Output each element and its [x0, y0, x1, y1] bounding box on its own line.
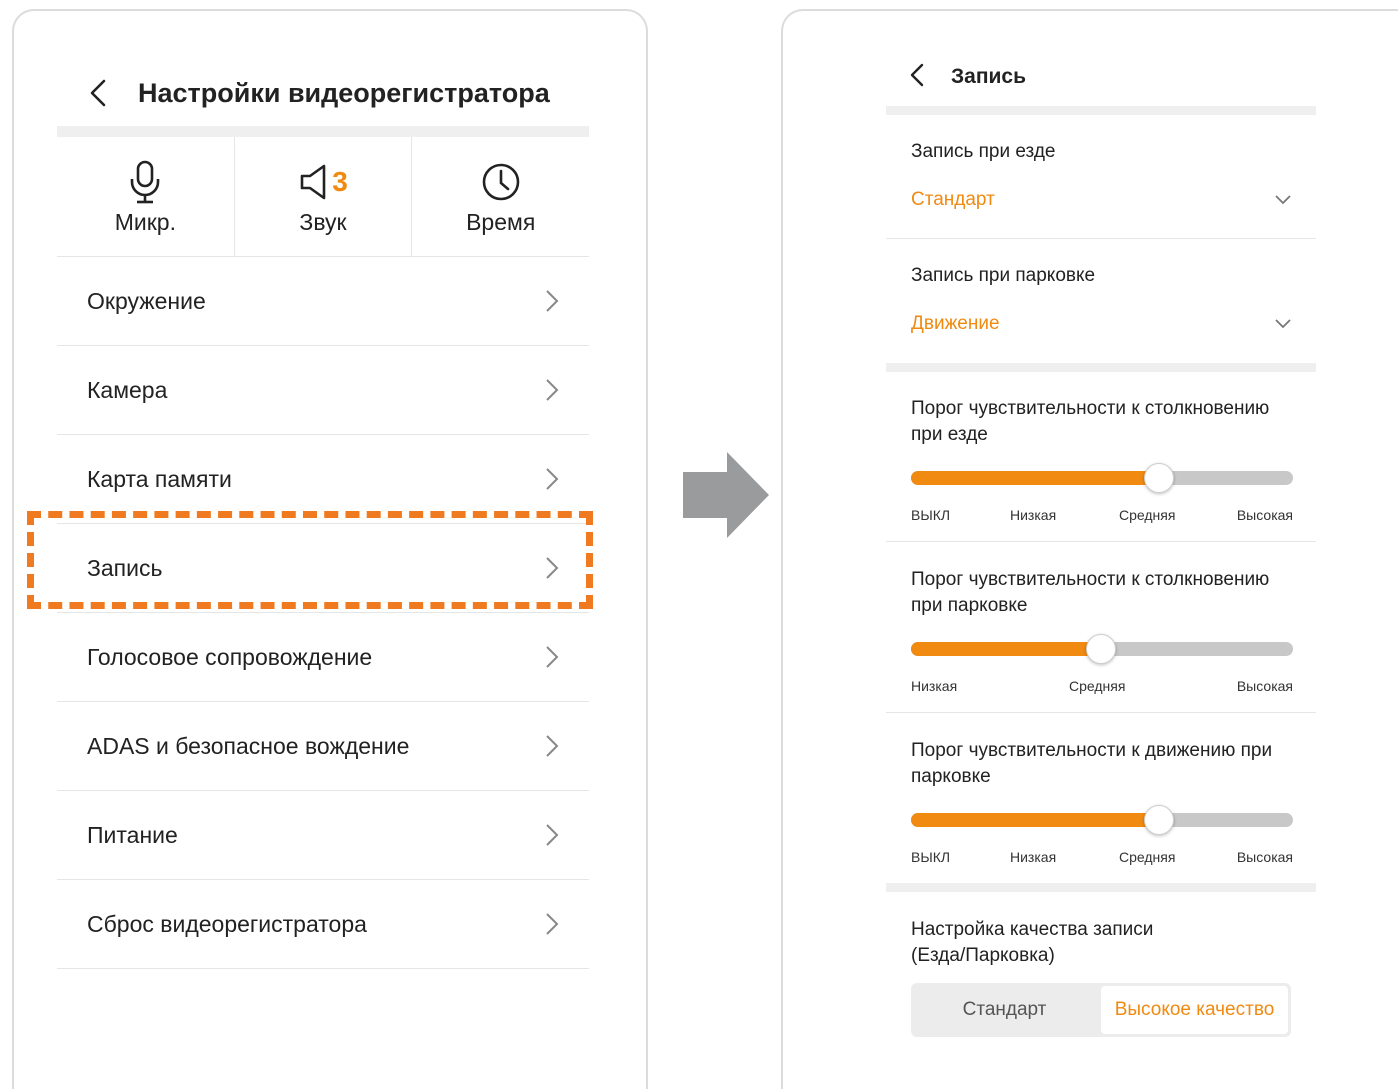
drive-record-value: Стандарт: [911, 189, 995, 210]
slider-thumb[interactable]: [1086, 634, 1116, 664]
divider-band: [886, 363, 1316, 372]
slider-fill: [911, 813, 1159, 827]
menu-item-label: Питание: [87, 821, 178, 848]
collision-park-slider[interactable]: [911, 634, 1293, 664]
chevron-down-icon: [1275, 195, 1291, 205]
menu-item-recording[interactable]: Запись: [57, 524, 589, 613]
slider-fill: [911, 471, 1159, 485]
menu-item-label: Окружение: [87, 287, 206, 314]
divider: [886, 712, 1316, 713]
sound-label: Звук: [299, 209, 347, 235]
quality-title-line1: Настройка качества записи: [911, 919, 1154, 940]
drive-record-label: Запись при езде: [911, 141, 1056, 162]
quality-option-high[interactable]: Высокое качество: [1101, 986, 1288, 1034]
collision-drive-ticks: ВЫКЛ Низкая Средняя Высокая: [911, 507, 1293, 525]
menu-item-camera[interactable]: Камера: [57, 346, 589, 435]
collision-park-ticks: Низкая Средняя Высокая: [911, 678, 1293, 696]
park-record-value: Движение: [911, 313, 1000, 334]
chevron-right-icon: [546, 290, 559, 312]
tick-label: Средняя: [1069, 678, 1126, 694]
menu-item-voice-guidance[interactable]: Голосовое сопровождение: [57, 613, 589, 702]
collision-park-title-line2: при парковке: [911, 595, 1028, 616]
header: Запись: [907, 59, 1026, 95]
quick-settings-row: Микр. 3 Звук Время: [57, 137, 589, 257]
menu-item-label: Запись: [87, 554, 163, 581]
chevron-right-icon: [546, 646, 559, 668]
motion-park-slider[interactable]: [911, 805, 1293, 835]
tick-label: ВЫКЛ: [911, 849, 951, 865]
divider-band: [886, 106, 1316, 115]
chevron-right-icon: [546, 468, 559, 490]
menu-item-label: Голосовое сопровождение: [87, 643, 373, 670]
header: Настройки видеорегистратора: [86, 73, 606, 113]
park-record-label: Запись при парковке: [911, 265, 1096, 286]
recording-settings-screen: Запись Запись при езде Стандарт Запись п…: [781, 9, 1398, 1089]
park-record-select[interactable]: Движение: [911, 313, 1291, 335]
motion-park-title-line2: парковке: [911, 766, 991, 787]
back-chevron-icon[interactable]: [86, 78, 110, 108]
speaker-icon: [300, 164, 326, 200]
menu-item-label: Карта памяти: [87, 465, 232, 492]
collision-park-title-line1: Порог чувствительности к столкновению: [911, 569, 1270, 590]
slider-thumb[interactable]: [1144, 805, 1174, 835]
collision-drive-title-line2: при езде: [911, 424, 988, 445]
tick-label: Высокая: [1236, 678, 1293, 694]
tick-label: Низкая: [1010, 507, 1057, 523]
tick-label: ВЫКЛ: [911, 507, 951, 523]
page-title: Запись: [951, 65, 1027, 88]
tick-label: Высокая: [1236, 507, 1293, 523]
volume-badge: 3: [332, 166, 348, 197]
menu-item-environment[interactable]: Окружение: [57, 257, 589, 346]
quick-mic[interactable]: Микр.: [57, 137, 234, 256]
arrow-right-icon: [683, 452, 769, 538]
time-label: Время: [466, 209, 536, 235]
chevron-right-icon: [546, 913, 559, 935]
menu-item-adas[interactable]: ADAS и безопасное вождение: [57, 702, 589, 791]
tick-label: Низкая: [911, 678, 958, 694]
quick-time[interactable]: Время: [411, 137, 589, 256]
chevron-right-icon: [546, 824, 559, 846]
slider-thumb[interactable]: [1144, 463, 1174, 493]
drive-record-select[interactable]: Стандарт: [911, 189, 1291, 211]
tick-label: Низкая: [1010, 849, 1057, 865]
dashcam-settings-screen: Настройки видеорегистратора Микр. 3 Звук…: [12, 9, 648, 1089]
chevron-right-icon: [546, 735, 559, 757]
quick-sound[interactable]: 3 Звук: [233, 137, 412, 256]
back-chevron-icon[interactable]: [907, 62, 931, 92]
menu-item-label: ADAS и безопасное вождение: [87, 732, 410, 759]
menu-item-power[interactable]: Питание: [57, 791, 589, 880]
menu-item-label: Камера: [87, 376, 168, 403]
motion-park-ticks: ВЫКЛ Низкая Средняя Высокая: [911, 849, 1293, 867]
quality-option-standard[interactable]: Стандарт: [911, 983, 1098, 1037]
quality-segmented-control: Стандарт Высокое качество: [911, 983, 1291, 1037]
menu-item-reset[interactable]: Сброс видеорегистратора: [57, 880, 589, 969]
divider: [886, 541, 1316, 542]
collision-drive-title-line1: Порог чувствительности к столкновению: [911, 398, 1270, 419]
divider-band: [886, 883, 1316, 892]
motion-park-title-line1: Порог чувствительности к движению при: [911, 740, 1273, 761]
mic-label: Микр.: [114, 209, 176, 235]
chevron-right-icon: [546, 379, 559, 401]
quality-title-line2: (Езда/Парковка): [911, 945, 1055, 966]
menu-item-label: Сброс видеорегистратора: [87, 910, 367, 937]
chevron-right-icon: [546, 557, 559, 579]
page-title: Настройки видеорегистратора: [138, 77, 550, 108]
tick-label: Средняя: [1119, 507, 1176, 523]
divider: [886, 238, 1316, 239]
menu-item-memory-card[interactable]: Карта памяти: [57, 435, 589, 524]
tick-label: Высокая: [1236, 849, 1293, 865]
tick-label: Средняя: [1119, 849, 1176, 865]
settings-menu: Окружение Камера Карта памяти Запись Гол…: [57, 257, 589, 969]
clock-icon: [482, 163, 519, 201]
divider-band: [57, 126, 589, 137]
chevron-down-icon: [1275, 319, 1291, 329]
microphone-icon: [131, 160, 160, 204]
collision-drive-slider[interactable]: [911, 463, 1293, 493]
slider-fill: [911, 642, 1101, 656]
